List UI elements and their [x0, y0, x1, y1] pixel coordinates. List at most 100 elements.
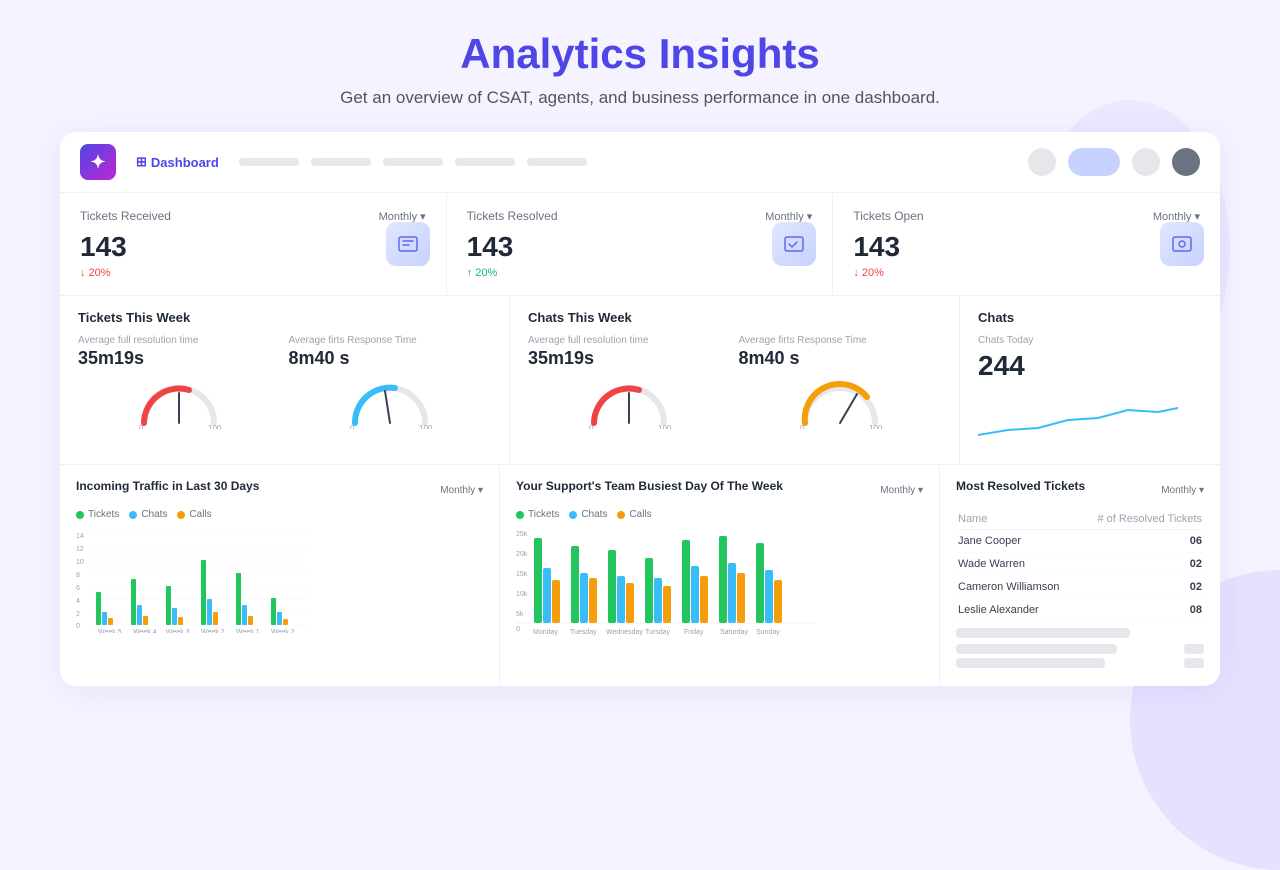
- col-tickets: # of Resolved Tickets: [1078, 509, 1204, 530]
- chats-gauge-1: 0 100: [528, 377, 731, 429]
- svg-text:Wednesday: Wednesday: [606, 629, 643, 636]
- metric-filter-0[interactable]: Monthly ▾: [379, 210, 426, 223]
- svg-text:Week 2: Week 2: [201, 629, 225, 633]
- svg-text:0: 0: [800, 424, 805, 429]
- svg-text:Week 1: Week 1: [236, 629, 260, 633]
- busiest-day-title: Your Support's Team Busiest Day Of The W…: [516, 479, 783, 493]
- metric-change-0: ↓ 20%: [80, 267, 426, 279]
- svg-text:100: 100: [658, 424, 672, 429]
- svg-text:10k: 10k: [516, 591, 528, 598]
- metric-tickets-received: Tickets Received Monthly ▾ 143 ↓ 20%: [60, 193, 447, 295]
- most-resolved-section: Most Resolved Tickets Monthly ▾ Name # o…: [940, 465, 1220, 686]
- svg-text:100: 100: [419, 424, 433, 429]
- table-row: Leslie Alexander 08: [956, 599, 1204, 622]
- mid-row: Tickets This Week Average full resolutio…: [60, 296, 1220, 465]
- svg-text:4: 4: [76, 598, 80, 605]
- incoming-traffic-chart: 14 12 10 8 6 4 2 0: [76, 528, 306, 633]
- incoming-traffic-section: Incoming Traffic in Last 30 Days Monthly…: [60, 465, 500, 686]
- svg-text:Monday: Monday: [533, 629, 558, 636]
- table-row: Cameron Williamson 02: [956, 576, 1204, 599]
- most-resolved-filter[interactable]: Monthly ▾: [1161, 485, 1204, 496]
- tickets-this-week: Tickets This Week Average full resolutio…: [60, 296, 510, 464]
- busiest-day-section: Your Support's Team Busiest Day Of The W…: [500, 465, 940, 686]
- resolved-count: 02: [1078, 553, 1204, 576]
- skeleton-row-2: [956, 644, 1117, 654]
- nav-avatar-2[interactable]: [1132, 148, 1160, 176]
- dashboard-card: ✦ ⊞ Dashboard Tickets Received Monthly ▾: [60, 132, 1220, 686]
- svg-text:100: 100: [869, 424, 883, 429]
- svg-text:Sunday: Sunday: [756, 629, 780, 636]
- metric-tickets-resolved: Tickets Resolved Monthly ▾ 143 ↑ 20%: [447, 193, 834, 295]
- nav-placeholder-4: [455, 158, 515, 166]
- tickets-first-value: 8m40 s: [289, 348, 492, 369]
- svg-text:20k: 20k: [516, 551, 528, 558]
- svg-text:Tursday: Tursday: [645, 629, 671, 636]
- resolved-table: Name # of Resolved Tickets Jane Cooper 0…: [956, 509, 1204, 622]
- metrics-row: Tickets Received Monthly ▾ 143 ↓ 20% Tic…: [60, 193, 1220, 296]
- most-resolved-title: Most Resolved Tickets: [956, 479, 1085, 493]
- svg-text:12: 12: [76, 546, 84, 553]
- bottom-row: Incoming Traffic in Last 30 Days Monthly…: [60, 465, 1220, 686]
- svg-text:25k: 25k: [516, 531, 528, 538]
- tickets-week-title: Tickets This Week: [78, 310, 491, 325]
- table-row: Wade Warren 02: [956, 553, 1204, 576]
- incoming-traffic-title: Incoming Traffic in Last 30 Days: [76, 479, 259, 493]
- metric-value-2: 143: [853, 231, 1200, 263]
- svg-text:Week 5: Week 5: [98, 629, 122, 633]
- incoming-traffic-filter[interactable]: Monthly ▾: [440, 485, 483, 496]
- chats-title: Chats: [978, 310, 1202, 325]
- svg-text:Tuesday: Tuesday: [570, 629, 597, 636]
- incoming-traffic-legend: Tickets Chats Calls: [76, 509, 483, 520]
- metric-icon-1: [772, 222, 816, 266]
- chats-first-label: Average firts Response Time: [739, 335, 942, 346]
- resolved-name: Wade Warren: [956, 553, 1078, 576]
- svg-text:Week 4: Week 4: [133, 629, 157, 633]
- resolved-count: 06: [1078, 530, 1204, 553]
- metric-label-1: Tickets Resolved: [467, 209, 558, 223]
- chats-mini-chart: [978, 390, 1178, 445]
- svg-text:14: 14: [76, 533, 84, 540]
- app-logo: ✦: [80, 144, 116, 180]
- metric-filter-2[interactable]: Monthly ▾: [1153, 210, 1200, 223]
- svg-text:10: 10: [76, 559, 84, 566]
- nav-dashboard[interactable]: ⊞ Dashboard: [128, 150, 227, 174]
- chats-week-title: Chats This Week: [528, 310, 941, 325]
- svg-text:15k: 15k: [516, 571, 528, 578]
- svg-text:Saturday: Saturday: [720, 629, 749, 636]
- busiest-day-filter[interactable]: Monthly ▾: [880, 485, 923, 496]
- metric-filter-1[interactable]: Monthly ▾: [765, 210, 812, 223]
- svg-text:100: 100: [208, 424, 222, 429]
- metric-label-0: Tickets Received: [80, 209, 171, 223]
- page-subtitle: Get an overview of CSAT, agents, and bus…: [60, 88, 1220, 108]
- nav-placeholder-1: [239, 158, 299, 166]
- svg-text:Week 2: Week 2: [271, 629, 295, 633]
- metric-icon-2: [1160, 222, 1204, 266]
- nav-placeholder-2: [311, 158, 371, 166]
- metric-change-1: ↑ 20%: [467, 267, 813, 279]
- skeleton-row-3: [956, 658, 1105, 668]
- chats-today-section: Chats Chats Today 244: [960, 296, 1220, 464]
- chats-resolution-label: Average full resolution time: [528, 335, 731, 346]
- resolved-name: Jane Cooper: [956, 530, 1078, 553]
- svg-text:0: 0: [139, 424, 144, 429]
- metric-tickets-open: Tickets Open Monthly ▾ 143 ↓ 20%: [833, 193, 1220, 295]
- nav-placeholder-3: [383, 158, 443, 166]
- dashboard-nav: ✦ ⊞ Dashboard: [60, 132, 1220, 193]
- metric-icon-0: [386, 222, 430, 266]
- tickets-gauge-2: 0 100: [289, 377, 492, 429]
- svg-text:2: 2: [76, 611, 80, 618]
- nav-avatar-3[interactable]: [1172, 148, 1200, 176]
- tickets-resolution-value: 35m19s: [78, 348, 281, 369]
- metric-change-2: ↓ 20%: [853, 267, 1200, 279]
- dashboard-icon: ⊞: [136, 154, 147, 170]
- metric-label-2: Tickets Open: [853, 209, 923, 223]
- chats-gauge-2: 0 100: [739, 377, 942, 429]
- tickets-gauge-1: 0 100: [78, 377, 281, 429]
- tickets-resolution-label: Average full resolution time: [78, 335, 281, 346]
- page-title: Analytics Insights: [60, 30, 1220, 78]
- tickets-first-label: Average firts Response Time: [289, 335, 492, 346]
- chats-this-week: Chats This Week Average full resolution …: [510, 296, 960, 464]
- chats-first-value: 8m40 s: [739, 348, 942, 369]
- svg-text:8: 8: [76, 572, 80, 579]
- nav-avatar-1[interactable]: [1028, 148, 1056, 176]
